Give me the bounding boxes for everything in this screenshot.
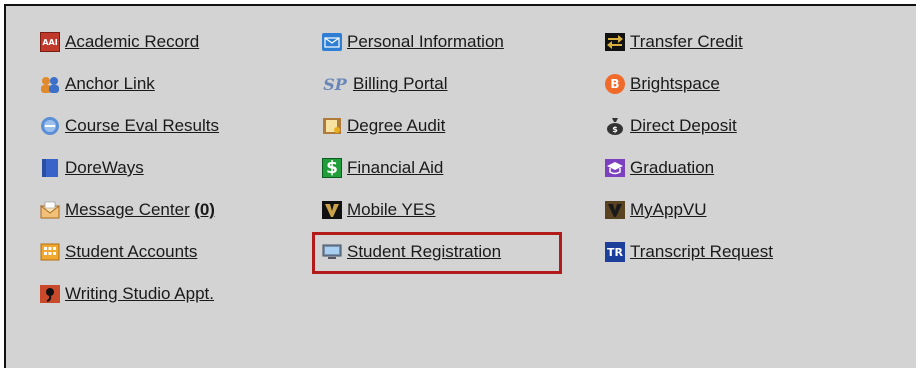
link-billing-portal[interactable]: SP Billing Portal bbox=[322, 63, 504, 105]
link-label[interactable]: Brightspace bbox=[630, 74, 720, 94]
link-brightspace[interactable]: B Brightspace bbox=[605, 63, 773, 105]
envelope-icon bbox=[322, 32, 342, 52]
graduation-cap-icon bbox=[605, 158, 625, 178]
writing-studio-icon bbox=[40, 284, 60, 304]
link-writing-studio-appt[interactable]: Writing Studio Appt. bbox=[40, 273, 219, 315]
money-bag-icon: $ bbox=[605, 116, 625, 136]
link-label[interactable]: Graduation bbox=[630, 158, 714, 178]
link-label[interactable]: Message Center bbox=[65, 200, 190, 220]
vanderbilt-v-icon bbox=[605, 200, 625, 220]
link-label[interactable]: Student Registration bbox=[347, 242, 501, 262]
links-column-2: Personal Information SP Billing Portal D… bbox=[322, 21, 504, 273]
link-label[interactable]: Student Accounts bbox=[65, 242, 197, 262]
doreways-icon bbox=[40, 158, 60, 178]
monitor-icon bbox=[322, 242, 342, 262]
link-label[interactable]: Degree Audit bbox=[347, 116, 445, 136]
link-degree-audit[interactable]: Degree Audit bbox=[322, 105, 504, 147]
link-label[interactable]: Financial Aid bbox=[347, 158, 443, 178]
link-personal-information[interactable]: Personal Information bbox=[322, 21, 504, 63]
links-column-1: AAI Academic Record Anchor Link Course E… bbox=[40, 21, 219, 315]
anchor-link-icon bbox=[40, 74, 60, 94]
svg-text:$: $ bbox=[612, 125, 618, 134]
link-student-registration[interactable]: Student Registration bbox=[322, 231, 504, 273]
message-center-icon bbox=[40, 200, 60, 220]
link-label[interactable]: Transfer Credit bbox=[630, 32, 743, 52]
link-label[interactable]: DoreWays bbox=[65, 158, 144, 178]
link-graduation[interactable]: Graduation bbox=[605, 147, 773, 189]
link-label[interactable]: Personal Information bbox=[347, 32, 504, 52]
link-myappvu[interactable]: MyAppVU bbox=[605, 189, 773, 231]
link-financial-aid[interactable]: $ Financial Aid bbox=[322, 147, 504, 189]
student-accounts-icon bbox=[40, 242, 60, 262]
transfer-arrows-icon bbox=[605, 32, 625, 52]
link-label[interactable]: Anchor Link bbox=[65, 74, 155, 94]
link-label[interactable]: Course Eval Results bbox=[65, 116, 219, 136]
link-direct-deposit[interactable]: $ Direct Deposit bbox=[605, 105, 773, 147]
link-label[interactable]: Writing Studio Appt. bbox=[65, 284, 214, 304]
link-label[interactable]: Billing Portal bbox=[353, 74, 448, 94]
link-label[interactable]: Academic Record bbox=[65, 32, 199, 52]
quick-links-panel: AAI Academic Record Anchor Link Course E… bbox=[4, 4, 916, 368]
link-label[interactable]: Transcript Request bbox=[630, 242, 773, 262]
link-label[interactable]: Direct Deposit bbox=[630, 116, 737, 136]
brightspace-icon: B bbox=[605, 74, 625, 94]
vanderbilt-v-icon bbox=[322, 200, 342, 220]
links-column-3: Transfer Credit B Brightspace $ Direct D… bbox=[605, 21, 773, 273]
link-transfer-credit[interactable]: Transfer Credit bbox=[605, 21, 773, 63]
link-message-center[interactable]: Message Center (0) bbox=[40, 189, 219, 231]
link-academic-record[interactable]: AAI Academic Record bbox=[40, 21, 219, 63]
academic-record-icon: AAI bbox=[40, 32, 60, 52]
message-count: (0) bbox=[194, 200, 215, 219]
course-eval-icon bbox=[40, 116, 60, 136]
link-label[interactable]: MyAppVU bbox=[630, 200, 707, 220]
dollar-icon: $ bbox=[322, 158, 342, 178]
link-label[interactable]: Mobile YES bbox=[347, 200, 436, 220]
degree-audit-icon bbox=[322, 116, 342, 136]
link-course-eval-results[interactable]: Course Eval Results bbox=[40, 105, 219, 147]
link-transcript-request[interactable]: TR Transcript Request bbox=[605, 231, 773, 273]
tr-logo-icon: TR bbox=[605, 242, 625, 262]
link-mobile-yes[interactable]: Mobile YES bbox=[322, 189, 504, 231]
sp-logo-icon: SP bbox=[323, 74, 347, 94]
link-student-accounts[interactable]: Student Accounts bbox=[40, 231, 219, 273]
link-anchor-link[interactable]: Anchor Link bbox=[40, 63, 219, 105]
link-doreways[interactable]: DoreWays bbox=[40, 147, 219, 189]
